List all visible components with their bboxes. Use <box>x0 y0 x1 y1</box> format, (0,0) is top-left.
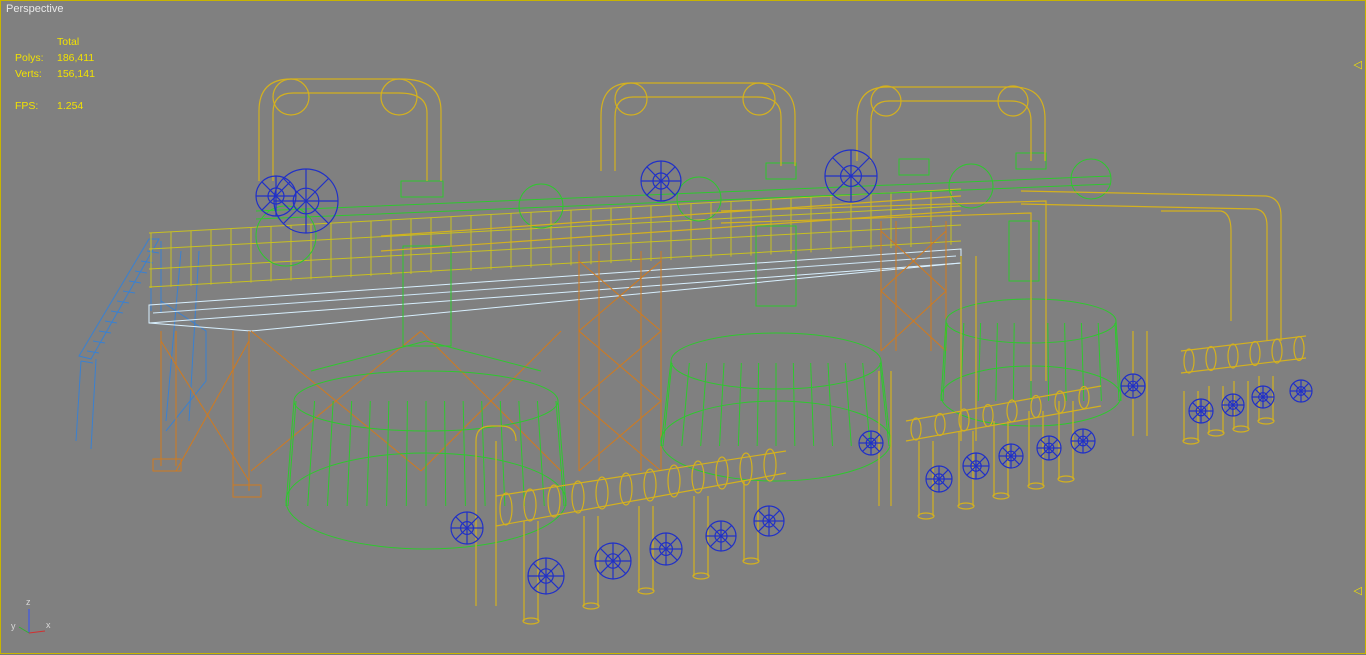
stats-header: Total <box>57 36 80 48</box>
viewport-edge-marker-top[interactable]: ◁ <box>1354 58 1362 71</box>
polys-value: 186,411 <box>57 52 95 64</box>
polys-label: Polys: <box>15 52 44 64</box>
verts-label: Verts: <box>15 68 42 80</box>
tanks <box>255 152 1122 550</box>
viewport-label[interactable]: Perspective <box>6 3 63 15</box>
perspective-viewport[interactable]: z x y Perspective Total Polys: 186,411 Ve… <box>0 0 1366 654</box>
svg-text:z: z <box>26 597 31 607</box>
valves <box>255 149 1313 595</box>
svg-text:y: y <box>11 621 16 631</box>
stats-overlay: Total Polys: 186,411 Verts: 156,141 FPS: 1.… <box>15 34 117 114</box>
viewport-edge-marker-bottom[interactable]: ◁ <box>1354 584 1362 597</box>
axis-gizmo: z x y <box>11 597 51 634</box>
svg-text:x: x <box>46 620 51 630</box>
fps-value: 1.254 <box>57 100 84 112</box>
wireframe-scene[interactable]: z x y <box>1 1 1366 655</box>
fps-label: FPS: <box>15 100 39 112</box>
verts-value: 156,141 <box>57 68 95 80</box>
pipes <box>258 78 1307 625</box>
stairs <box>75 238 207 450</box>
